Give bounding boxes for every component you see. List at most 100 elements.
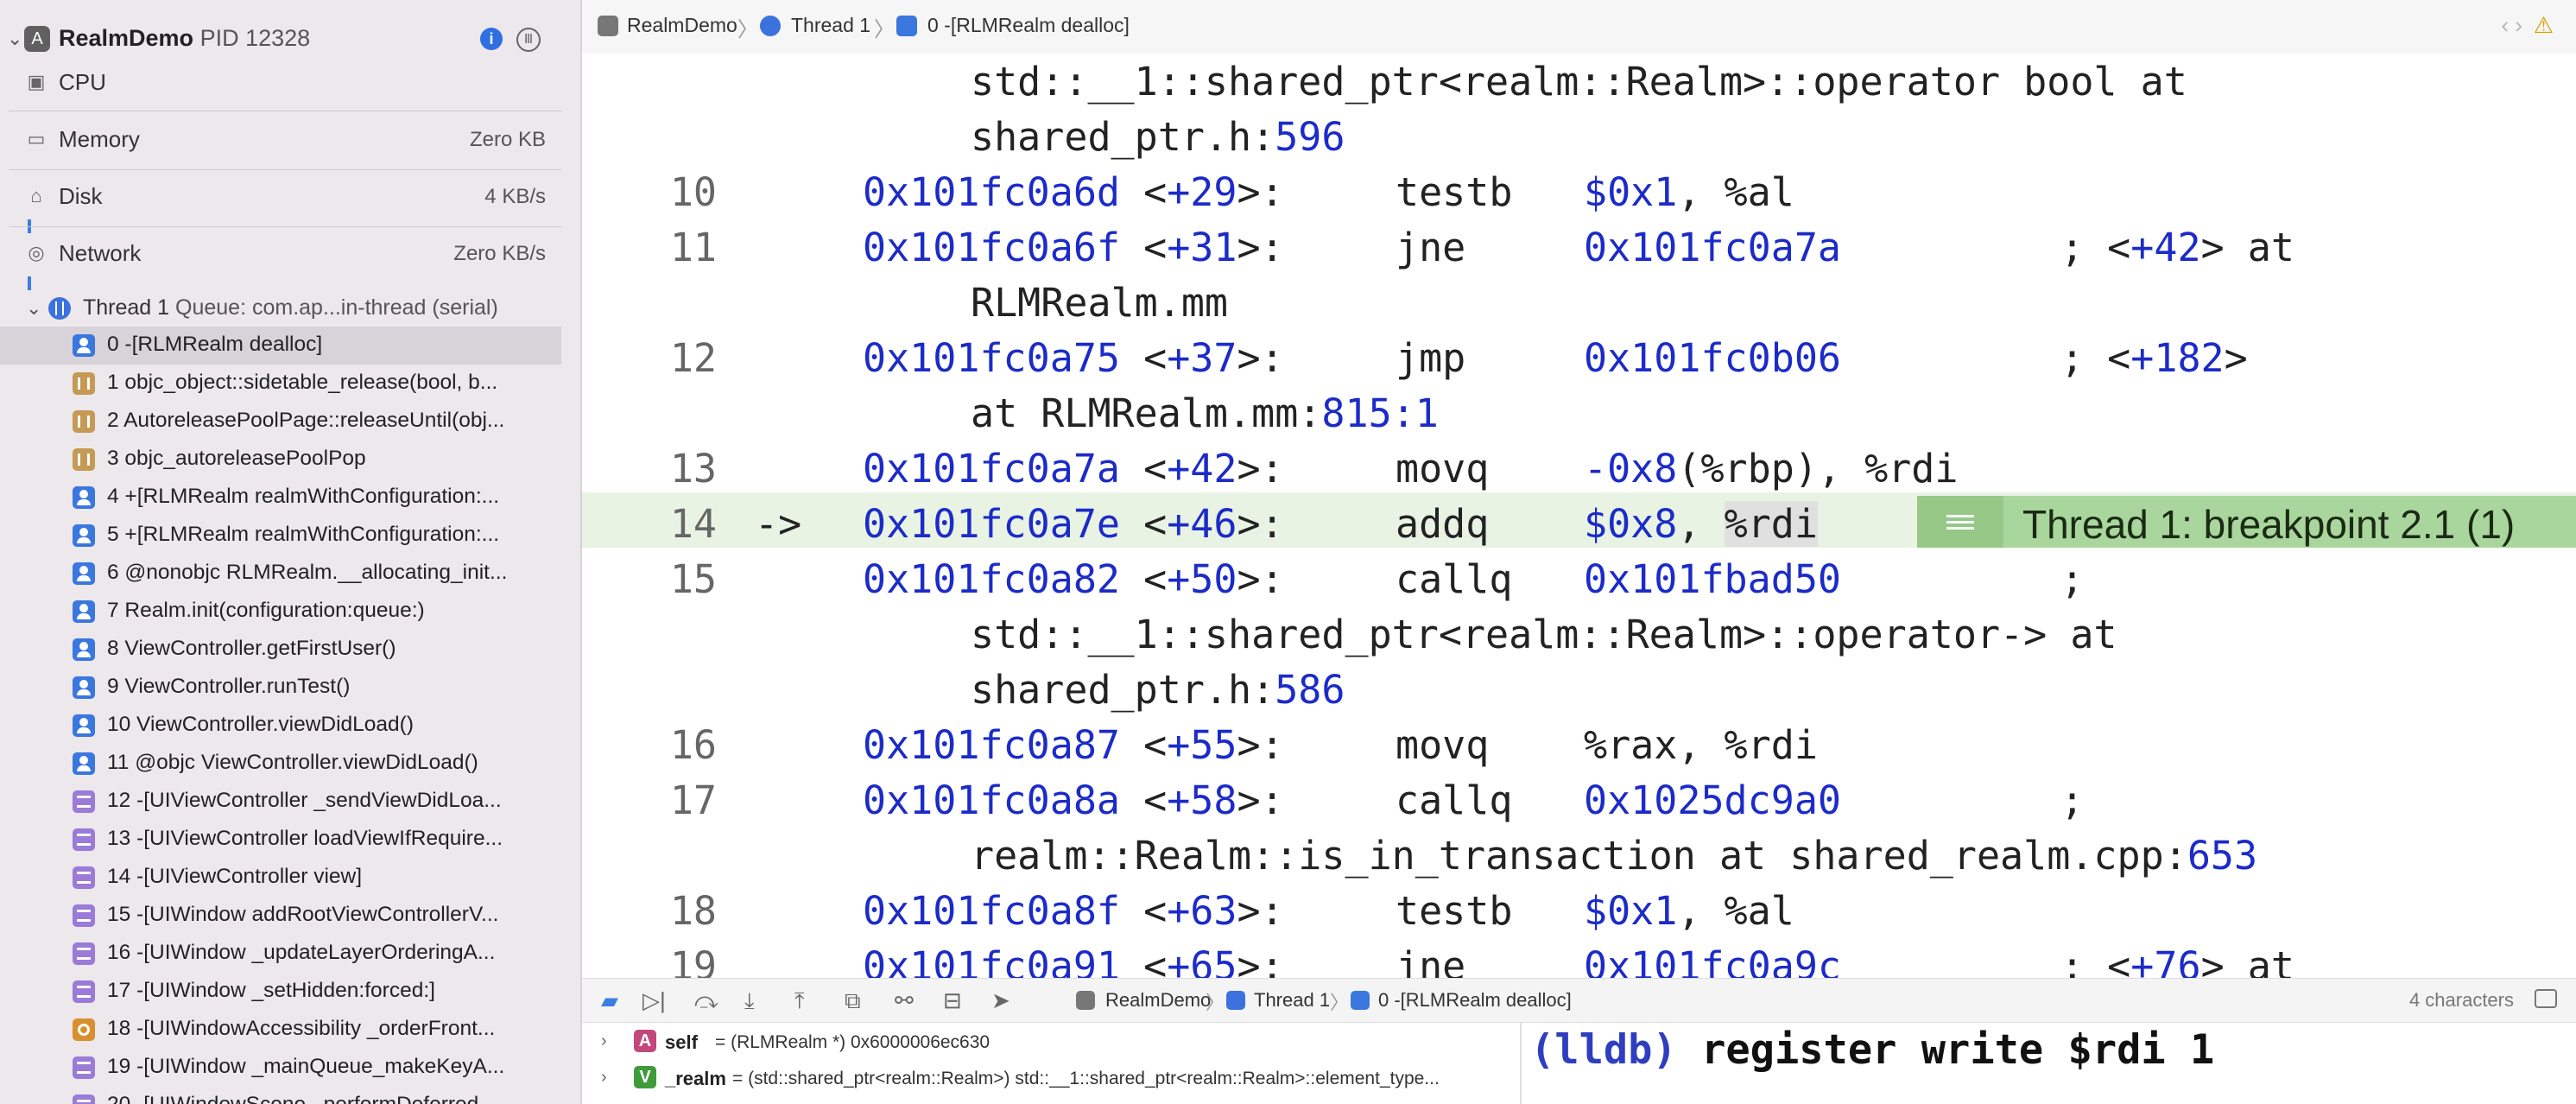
chevron-down-icon[interactable]: ⌄ xyxy=(7,28,22,50)
step-over-icon[interactable]: ⤼ xyxy=(694,987,718,1015)
chevron-down-icon[interactable]: ⌄ xyxy=(26,297,41,320)
code-line[interactable]: 11 0x101fc0a6f <+31>: jne 0x101fc0a7a ; <+42… xyxy=(582,216,2576,271)
gauge-value: 4 KB/s xyxy=(484,185,546,208)
user-code-icon xyxy=(73,524,95,547)
gauge-cpu[interactable]: ▣ CPU xyxy=(0,67,580,102)
chevron-right-icon[interactable]: › xyxy=(601,1068,607,1088)
code-line[interactable]: 17 0x101fc0a8a <+58>: callq 0x1025dc9a0; xyxy=(582,769,2576,824)
user-code-icon xyxy=(73,334,95,357)
stack-frame[interactable]: 6 @nonobjc RLMRealm.__allocating_init... xyxy=(0,555,561,593)
info-icon[interactable]: i xyxy=(480,28,503,50)
line-number: 16 xyxy=(669,722,717,768)
framework-icon xyxy=(73,828,95,851)
view-hierarchy-icon[interactable]: ⧉ xyxy=(845,987,861,1015)
stack-frame[interactable]: 14 -[UIViewController view] xyxy=(0,859,561,897)
stack-frame[interactable]: 19 -[UIWindow _mainQueue_makeKeyA... xyxy=(0,1049,561,1087)
debug-breadcrumb-thread[interactable]: Thread 1 xyxy=(1254,989,1330,1012)
operand-value: 0x101fc0a7a xyxy=(1584,225,1842,270)
stack-frame[interactable]: 0 -[RLMRealm dealloc] xyxy=(0,327,561,365)
simulate-location-icon[interactable]: ➤ xyxy=(991,987,1010,1014)
environment-overrides-icon[interactable]: ⊟ xyxy=(943,987,962,1014)
gauge-name: Memory xyxy=(59,126,140,152)
comment-text: > at xyxy=(2200,943,2294,978)
address: 0x101fc0a7a xyxy=(863,446,1121,492)
instruction-comment: ; <+42> at xyxy=(2060,225,2294,270)
stack-frame[interactable]: 1 objc_object::sidetable_release(bool, b… xyxy=(0,365,561,403)
breadcrumb-app[interactable]: RealmDemo xyxy=(627,14,737,37)
debug-breadcrumb-app[interactable]: RealmDemo xyxy=(1105,989,1211,1012)
chevron-right-icon[interactable]: › xyxy=(601,1031,607,1051)
app-icon: A xyxy=(24,26,50,52)
instruction-comment: ; xyxy=(2060,556,2084,602)
stack-frame[interactable]: 15 -[UIWindow addRootViewControllerV... xyxy=(0,897,561,935)
code-line[interactable]: 16 0x101fc0a87 <+55>: movq %rax, %rdi xyxy=(582,714,2576,769)
stack-frame[interactable]: 5 +[RLMRealm realmWithConfiguration:... xyxy=(0,517,561,555)
code-continuation: shared_ptr.h:586 xyxy=(582,658,2576,714)
breakpoint-annotation[interactable]: Thread 1: breakpoint 2.1 (1) xyxy=(1917,496,2576,548)
continue-icon[interactable]: ▷| xyxy=(642,987,666,1014)
offset-open: < xyxy=(1120,501,1168,547)
continuation-number: 586 xyxy=(1275,667,1345,713)
stack-frame[interactable]: 3 objc_autoreleasePoolPop xyxy=(0,441,561,479)
console-line[interactable]: (lldb) register write $rdi 1 xyxy=(1530,1026,2214,1074)
toggle-console-icon[interactable] xyxy=(2535,989,2557,1008)
console-command[interactable]: register write $rdi 1 xyxy=(1701,1026,2214,1074)
stack-frame[interactable]: 7 Realm.init(configuration:queue:) xyxy=(0,593,561,631)
line-number: 19 xyxy=(669,943,717,978)
operands: 0x101fc0a7a xyxy=(1584,225,1841,270)
offset-open: < xyxy=(1120,943,1168,978)
stack-frame[interactable]: 11 @objc ViewController.viewDidLoad() xyxy=(0,745,561,783)
breakpoints-toggle-icon[interactable]: ▰ xyxy=(601,987,618,1014)
stack-frame[interactable]: 9 ViewController.runTest() xyxy=(0,669,561,707)
memory-graph-icon[interactable]: ⚯ xyxy=(895,987,914,1014)
code-line[interactable]: 12 0x101fc0a75 <+37>: jmp 0x101fc0b06 ; <+18… xyxy=(582,327,2576,382)
thread-icon xyxy=(1226,991,1245,1010)
stack-frame[interactable]: 17 -[UIWindow _setHidden:forced:] xyxy=(0,973,561,1011)
breadcrumb-thread[interactable]: Thread 1 xyxy=(791,14,870,37)
operand-value: -0x8 xyxy=(1584,446,1678,492)
frame-label: 10 ViewController.viewDidLoad() xyxy=(107,713,414,736)
breakpoint-menu-icon[interactable] xyxy=(1917,496,2003,548)
code-line[interactable]: 18 0x101fc0a8f <+63>: testb $0x1, %al xyxy=(582,879,2576,935)
debug-breadcrumb-frame[interactable]: 0 -[RLMRealm dealloc] xyxy=(1378,989,1572,1012)
offset: +37 xyxy=(1167,335,1237,381)
breadcrumb-frame[interactable]: 0 -[RLMRealm dealloc] xyxy=(927,14,1130,37)
instruction-address: 0x101fc0a91 <+65>: xyxy=(863,943,1284,978)
frame-label: 16 -[UIWindow _updateLayerOrderingA... xyxy=(107,941,496,964)
code-line[interactable]: 14 -> 0x101fc0a7e <+46>: addq $0x8, %rdi Thre… xyxy=(582,492,2576,548)
variable-row[interactable]: › A self = (RLMRealm *) 0x6000006ec630 xyxy=(582,1025,1515,1059)
offset-close: >: xyxy=(1237,943,1284,978)
framework-icon xyxy=(73,790,95,813)
stack-frame[interactable]: 10 ViewController.viewDidLoad() xyxy=(0,707,561,745)
code-line[interactable]: 15 0x101fc0a82 <+50>: callq 0x101fbad50; xyxy=(582,548,2576,603)
stack-frame[interactable]: 20 -[UIWindowScene _performDeferred... xyxy=(0,1087,561,1104)
process-header[interactable]: ⌄ A RealmDemo PID 12328 i Ⅲ xyxy=(0,19,580,62)
stack-frame[interactable]: 2 AutoreleasePoolPage::releaseUntil(obj.… xyxy=(0,403,561,441)
mnemonic: callq xyxy=(1396,556,1513,602)
stack-frame[interactable]: 4 +[RLMRealm realmWithConfiguration:... xyxy=(0,479,561,517)
code-line[interactable]: 10 0x101fc0a6d <+29>: testb $0x1, %al xyxy=(582,161,2576,216)
variable-row[interactable]: › V _realm = (std::shared_ptr<realm::Rea… xyxy=(582,1061,1515,1095)
stack-frame[interactable]: 8 ViewController.getFirstUser() xyxy=(0,631,561,669)
step-into-icon[interactable]: ⤓ xyxy=(744,987,755,1015)
threads-icon[interactable]: Ⅲ xyxy=(516,28,541,52)
gauge-network[interactable]: ◎ Network Zero KB/s xyxy=(0,238,580,292)
code-line[interactable]: 13 0x101fc0a7a <+42>: movq -0x8(%rbp), %rdi xyxy=(582,437,2576,492)
stack-frame[interactable]: 16 -[UIWindow _updateLayerOrderingA... xyxy=(0,935,561,973)
stack-frame[interactable]: 13 -[UIViewController loadViewIfRequire.… xyxy=(0,821,561,859)
disk-icon: ⌂ xyxy=(30,185,42,206)
code-line[interactable]: 19 0x101fc0a91 <+65>: jne 0x101fc0a9c ; <+76… xyxy=(582,935,2576,978)
nav-arrows-icon[interactable]: ‹ › xyxy=(2501,12,2522,39)
continuation-part: at RLMRealm.mm: xyxy=(971,390,1322,436)
stack-frame[interactable]: 12 -[UIViewController _sendViewDidLoa... xyxy=(0,783,561,821)
line-number: 10 xyxy=(669,169,717,215)
stack-frame[interactable]: 18 -[UIWindowAccessibility _orderFront..… xyxy=(0,1011,561,1049)
thread-row[interactable]: ⌄ Thread 1 Queue: com.ap...in-thread (se… xyxy=(0,294,580,328)
warning-icon[interactable]: ⚠ xyxy=(2534,12,2554,39)
step-out-icon[interactable]: ⤒ xyxy=(794,987,805,1015)
lldb-console[interactable]: (lldb) register write $rdi 1 xyxy=(1522,1023,2576,1104)
disassembly-view[interactable]: std::__1::shared_ptr<realm::Realm>::oper… xyxy=(582,54,2576,978)
operand-value: 0x101fc0a9c xyxy=(1584,943,1842,978)
line-number: 11 xyxy=(669,225,717,270)
variables-view: › A self = (RLMRealm *) 0x6000006ec630 ›… xyxy=(582,1023,1522,1104)
